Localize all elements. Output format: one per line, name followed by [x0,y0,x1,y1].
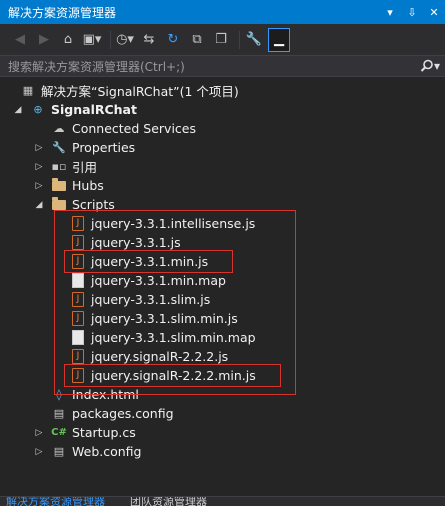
tree-node-web-config[interactable]: ▷ ▤ Web.config [33,442,142,461]
show-all-files-icon[interactable]: ❐ [211,29,231,51]
folder-icon [51,177,67,194]
collapsed-arrow-icon[interactable]: ▷ [33,162,45,172]
title-bar: 解决方案资源管理器 ▾ ⇩ ✕ [0,0,445,24]
tree-node-properties[interactable]: ▷ 🔧 Properties [33,138,136,157]
file-label: Startup.cs [72,425,136,440]
highlight-box-signalr-min-js [64,364,281,387]
sync-icon[interactable]: ⇆ [139,29,159,51]
close-icon[interactable]: ✕ [423,6,445,19]
pin-icon[interactable]: ⇩ [401,6,423,19]
tree-node-hubs[interactable]: ▷ Hubs [33,176,104,195]
search-icon[interactable]: ▾ [415,59,445,73]
toolbar-separator [239,30,240,49]
expanded-arrow-icon[interactable]: ◢ [12,105,24,115]
tree-node-solution[interactable]: ▦ 解决方案“SignalRChat”(1 个项目) [2,81,239,100]
tree-node-packages-config[interactable]: ▤ packages.config [33,404,174,423]
web-project-icon: ⊕ [33,103,43,116]
solution-icon: ▦ [22,84,34,97]
item-label: 引用 [72,160,98,175]
back-icon[interactable]: ◀ [10,29,30,51]
forward-icon[interactable]: ▶ [34,29,54,51]
file-label: packages.config [72,406,174,421]
toolbar-separator [110,30,111,49]
tree-node-references[interactable]: ▷ ▪▫ 引用 [33,157,97,176]
config-file-icon: ▤ [53,445,65,458]
dropdown-icon[interactable]: ▾ [379,6,401,19]
tree-node-startup-cs[interactable]: ▷ C# Startup.cs [33,423,136,442]
config-file-icon: ▤ [53,407,65,420]
tree-node-connected-services[interactable]: ☁ Connected Services [33,119,197,138]
collapse-all-icon[interactable]: ⧉ [187,29,207,51]
toolbar: ◀ ▶ ⌂ ▣▾ ◷▾ ⇆ ↻ ⧉ ❐ 🔧 ▁ [0,24,445,55]
expanded-arrow-icon[interactable]: ◢ [33,200,45,210]
item-label: Properties [72,140,136,155]
home-icon[interactable]: ⌂ [58,29,78,51]
file-label: Web.config [72,444,142,459]
window-title: 解决方案资源管理器 [8,5,117,20]
wrench-icon: 🔧 [52,141,66,154]
collapsed-arrow-icon[interactable]: ▷ [33,181,45,191]
csharp-file-icon: C# [51,427,67,438]
history-icon[interactable]: ◷▾ [115,29,135,51]
item-label: Connected Services [72,121,196,136]
switch-views-icon[interactable]: ▣▾ [82,29,102,51]
collapsed-arrow-icon[interactable]: ▷ [33,447,45,457]
references-icon: ▪▫ [51,160,67,173]
preview-icon[interactable]: ▁ [268,27,290,52]
highlight-box-min-js [64,250,233,273]
search-box[interactable]: 搜索解决方案资源管理器(Ctrl+;) ▾ [0,55,445,77]
collapsed-arrow-icon[interactable]: ▷ [33,428,45,438]
search-input[interactable]: 搜索解决方案资源管理器(Ctrl+;) [0,58,415,75]
project-label: SignalRChat [51,102,137,117]
refresh-icon[interactable]: ↻ [163,29,183,51]
cloud-icon: ☁ [53,122,65,135]
properties-icon[interactable]: 🔧 [244,29,264,51]
solution-label: 解决方案“SignalRChat”(1 个项目) [41,84,239,99]
item-label: Hubs [72,178,104,193]
collapsed-arrow-icon[interactable]: ▷ [33,143,45,153]
tree-node-project[interactable]: ◢ ⊕ SignalRChat [12,100,137,119]
